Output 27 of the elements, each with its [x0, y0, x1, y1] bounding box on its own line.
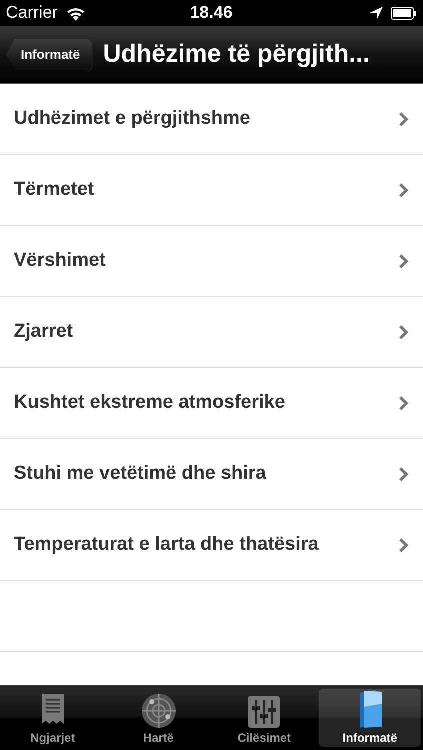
chevron-icon [399, 396, 409, 410]
list-item[interactable]: Tërmetet [0, 155, 423, 226]
radar-icon [140, 693, 177, 729]
list-item[interactable]: Udhëzimet e përgjithshme [0, 84, 423, 155]
chevron-icon [399, 324, 409, 340]
tab-bar-item[interactable]: Ngjarjet [2, 689, 104, 747]
tab-bar-item[interactable]: Informatë [319, 689, 421, 747]
clock-time: 18.46 [190, 3, 233, 23]
carrier-name: Carrier [6, 3, 58, 23]
list-item[interactable]: Vërshimet [0, 226, 423, 297]
back-button[interactable]: Informatë [6, 38, 94, 72]
chevron-icon [399, 112, 409, 126]
list-item[interactable]: Kushtet ekstreme atmosferike [0, 368, 423, 439]
list-item[interactable]: Temperaturat e larta dhe thatësira [0, 510, 423, 581]
chevron-icon [399, 182, 409, 198]
tab-bar-item[interactable]: Hartë [108, 689, 210, 747]
tab-bar-item[interactable]: Cilësimet [214, 689, 316, 747]
chevron-icon [399, 466, 409, 482]
chevron-icon [399, 254, 409, 268]
location-arrow-icon [370, 6, 383, 20]
list-item[interactable]: Zjarret [0, 297, 423, 368]
chevron-icon [399, 538, 409, 552]
list-item[interactable]: Stuhi me vetëtimë dhe shira [0, 439, 423, 510]
battery-icon [391, 6, 417, 20]
sliders-icon [247, 695, 282, 729]
wifi-icon [66, 6, 86, 20]
nav-title: Udhëzime të përgjith... [103, 40, 370, 69]
